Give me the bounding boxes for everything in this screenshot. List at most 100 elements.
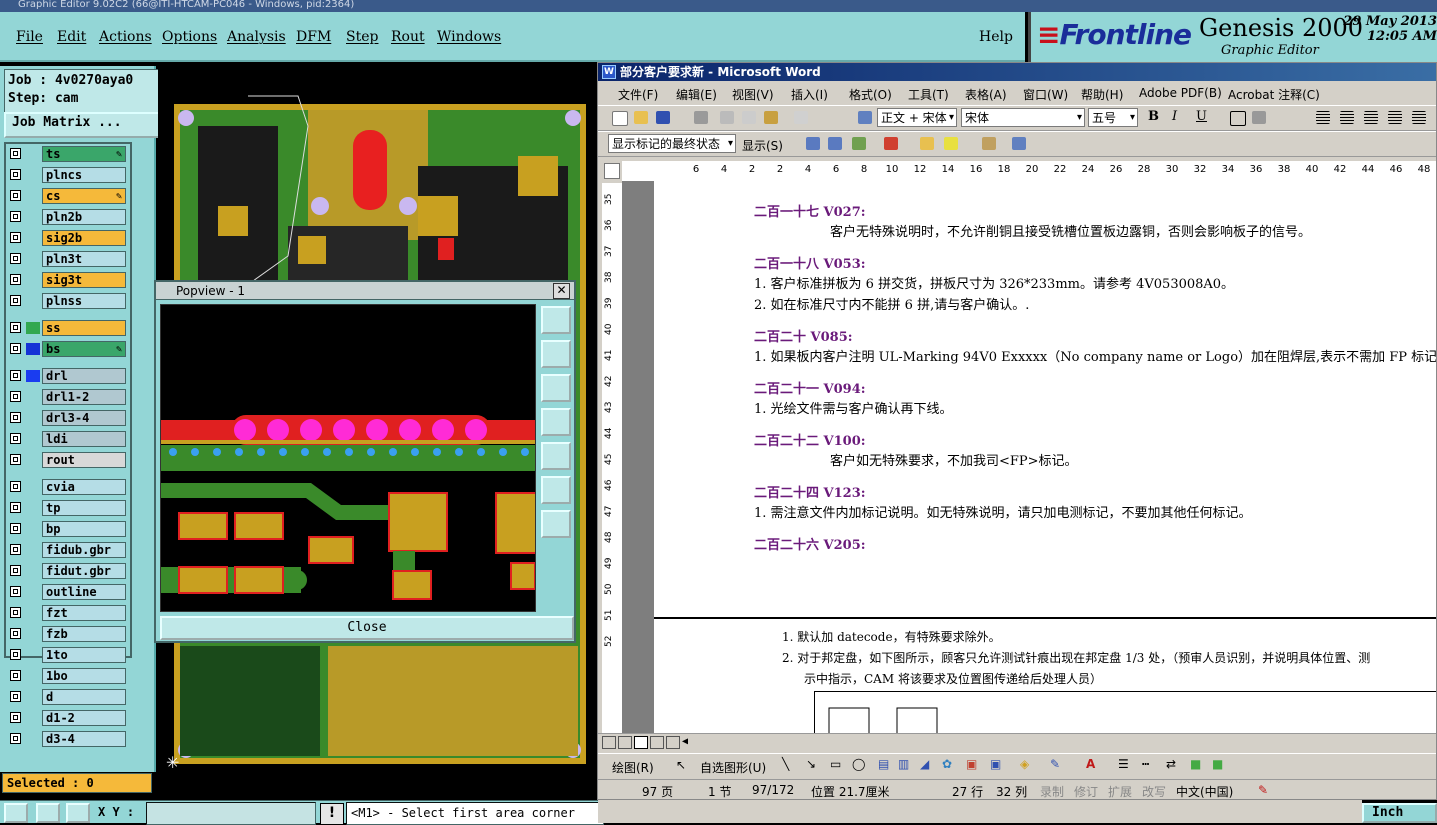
layer-checkbox[interactable] bbox=[10, 190, 21, 201]
layer-name[interactable]: ss bbox=[42, 320, 126, 336]
document-page[interactable]: 二百一十七 V027: 客户无特殊说明时，不允许削铜且接受铣槽位置板边露铜，否则会… bbox=[654, 181, 1436, 736]
layer-checkbox[interactable] bbox=[10, 628, 21, 639]
layer-row[interactable]: drl bbox=[8, 368, 126, 384]
layer-name[interactable]: cs ✎ bbox=[42, 188, 126, 204]
layer-name[interactable]: plnss bbox=[42, 293, 126, 309]
track-changes-combo[interactable]: 显示标记的最终状态 bbox=[608, 134, 736, 153]
layer-name[interactable]: drl3-4 bbox=[42, 410, 126, 426]
new-doc-icon[interactable] bbox=[610, 109, 628, 126]
word-menu-insert[interactable]: 插入(I) bbox=[791, 86, 828, 103]
layer-checkbox[interactable] bbox=[10, 211, 21, 222]
layer-checkbox[interactable] bbox=[10, 148, 21, 159]
menu-rout[interactable]: Rout bbox=[391, 29, 425, 45]
layer-row[interactable]: ss bbox=[8, 320, 126, 336]
arrow-style-icon[interactable]: ⇄ bbox=[1166, 757, 1176, 771]
line-style-icon[interactable]: ☰ bbox=[1118, 757, 1129, 771]
zoom-box-icon[interactable] bbox=[4, 803, 28, 823]
layer-row[interactable]: bs ✎ bbox=[8, 341, 126, 357]
pan-up-button[interactable] bbox=[541, 340, 571, 368]
zoom-in-button[interactable] bbox=[541, 476, 571, 504]
select-objects-icon[interactable]: ↖ bbox=[676, 758, 686, 772]
layer-name[interactable]: outline bbox=[42, 584, 126, 600]
vertical-textbox-icon[interactable]: ▥ bbox=[898, 757, 909, 771]
char-border-icon[interactable] bbox=[1228, 109, 1246, 126]
fill-color-icon[interactable]: ◈ bbox=[1020, 757, 1029, 771]
line-spacing-icon[interactable] bbox=[1410, 109, 1428, 126]
layer-checkbox[interactable] bbox=[10, 253, 21, 264]
document-area[interactable]: 二百一十七 V027: 客户无特殊说明时，不允许削铜且接受铣槽位置板边露铜，否则会… bbox=[622, 181, 1436, 736]
layer-name[interactable]: tp bbox=[42, 500, 126, 516]
paste-icon[interactable] bbox=[762, 109, 780, 126]
status-record[interactable]: 录制 bbox=[1040, 783, 1064, 799]
layer-row[interactable]: d1-2 bbox=[8, 710, 126, 726]
print-icon[interactable] bbox=[692, 109, 710, 126]
word-menu-file[interactable]: 文件(F) bbox=[618, 86, 658, 103]
layer-checkbox[interactable] bbox=[10, 343, 21, 354]
layer-row[interactable]: tp bbox=[8, 500, 126, 516]
highlight-icon[interactable] bbox=[942, 135, 960, 152]
layer-name[interactable]: pln3t bbox=[42, 251, 126, 267]
justify-icon[interactable] bbox=[1386, 109, 1404, 126]
layer-row[interactable]: cs ✎ bbox=[8, 188, 126, 204]
layer-name[interactable]: ts ✎ bbox=[42, 146, 126, 162]
word-menu-help[interactable]: 帮助(H) bbox=[1081, 86, 1123, 103]
textbox-icon[interactable]: ▤ bbox=[878, 757, 889, 771]
layer-checkbox[interactable] bbox=[10, 274, 21, 285]
accept-change-icon[interactable] bbox=[850, 135, 868, 152]
word-menu-adobe-pdf[interactable]: Adobe PDF(B) bbox=[1139, 86, 1222, 100]
word-menu-format[interactable]: 格式(O) bbox=[849, 86, 892, 103]
layer-row[interactable]: ldi bbox=[8, 431, 126, 447]
menu-analysis[interactable]: Analysis bbox=[227, 29, 286, 45]
layer-row[interactable]: fzt bbox=[8, 605, 126, 621]
web-view-icon[interactable] bbox=[618, 736, 632, 749]
oval-icon[interactable]: ◯ bbox=[852, 757, 865, 771]
layer-checkbox[interactable] bbox=[10, 502, 21, 513]
layer-name[interactable]: cvia bbox=[42, 479, 126, 495]
menu-options[interactable]: Options bbox=[162, 29, 217, 45]
layer-name[interactable]: fidub.gbr bbox=[42, 542, 126, 558]
spelling-status-icon[interactable]: ✎ bbox=[1258, 783, 1268, 797]
unit-selector[interactable]: Inch bbox=[1362, 803, 1437, 823]
zoom-out-button[interactable] bbox=[541, 510, 571, 538]
reading-view-icon[interactable] bbox=[666, 736, 680, 749]
layer-checkbox[interactable] bbox=[10, 433, 21, 444]
layer-row[interactable]: plncs bbox=[8, 167, 126, 183]
layer-checkbox[interactable] bbox=[10, 523, 21, 534]
3d-icon[interactable]: ■ bbox=[1212, 757, 1223, 771]
layer-checkbox[interactable] bbox=[10, 169, 21, 180]
layer-checkbox[interactable] bbox=[10, 649, 21, 660]
layer-checkbox[interactable] bbox=[10, 454, 21, 465]
layer-name[interactable]: bp bbox=[42, 521, 126, 537]
rectangle-icon[interactable]: ▭ bbox=[830, 757, 841, 771]
layer-name[interactable]: plncs bbox=[42, 167, 126, 183]
menu-actions[interactable]: Actions bbox=[99, 29, 152, 45]
pan-left-button[interactable] bbox=[541, 408, 571, 436]
status-overtype[interactable]: 改写 bbox=[1142, 783, 1166, 799]
layer-row[interactable]: sig3t bbox=[8, 272, 126, 288]
layer-row[interactable]: 1to bbox=[8, 647, 126, 663]
layer-checkbox[interactable] bbox=[10, 607, 21, 618]
draw-menu[interactable]: 绘图(R) bbox=[612, 759, 654, 776]
dash-style-icon[interactable]: ┅ bbox=[1142, 757, 1149, 771]
layer-row[interactable]: 1bo bbox=[8, 668, 126, 684]
word-menu-edit[interactable]: 编辑(E) bbox=[676, 86, 717, 103]
save-icon[interactable] bbox=[654, 109, 672, 126]
wordart-icon[interactable]: ◢ bbox=[920, 757, 929, 771]
zoom-diagonal-icon[interactable] bbox=[36, 803, 60, 823]
layer-row[interactable]: pln3t bbox=[8, 251, 126, 267]
reject-change-icon[interactable] bbox=[882, 135, 900, 152]
menu-help[interactable]: Help bbox=[979, 29, 1013, 45]
layer-row[interactable]: rout bbox=[8, 452, 126, 468]
align-left-icon[interactable] bbox=[1314, 109, 1332, 126]
char-shading-icon[interactable] bbox=[1250, 109, 1268, 126]
status-extend[interactable]: 扩展 bbox=[1108, 783, 1132, 799]
layer-checkbox[interactable] bbox=[10, 565, 21, 576]
layer-checkbox[interactable] bbox=[10, 544, 21, 555]
layer-row[interactable]: drl1-2 bbox=[8, 389, 126, 405]
open-icon[interactable] bbox=[632, 109, 650, 126]
bold-button[interactable]: B bbox=[1148, 109, 1166, 126]
layer-checkbox[interactable] bbox=[10, 295, 21, 306]
popview-close-button[interactable]: Close bbox=[160, 616, 574, 640]
menu-file[interactable]: File bbox=[16, 29, 43, 45]
font-combo[interactable]: 宋体 bbox=[961, 108, 1085, 127]
